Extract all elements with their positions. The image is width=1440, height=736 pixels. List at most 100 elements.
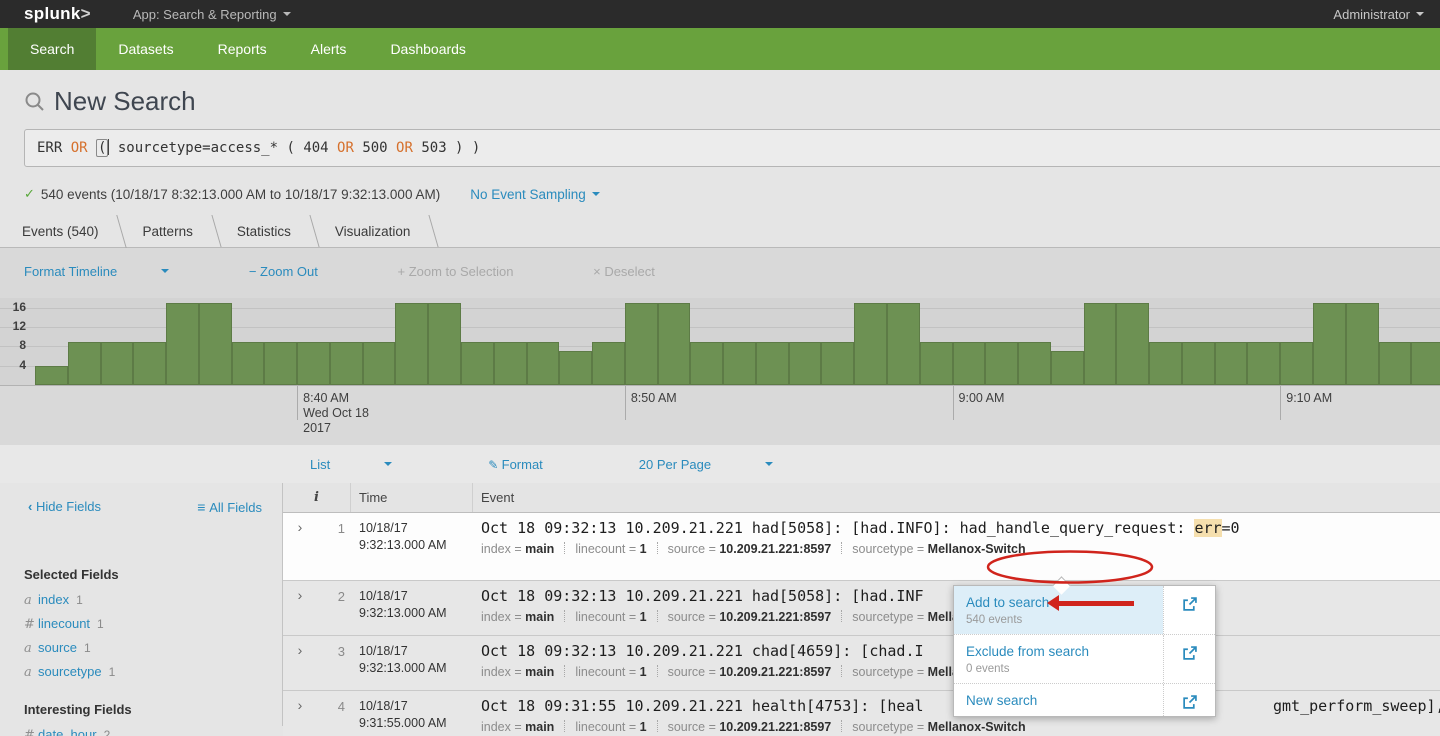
histogram-bar[interactable] — [232, 342, 265, 386]
event-field-sourcetype[interactable]: sourcetype = Mellanox-Switch — [852, 542, 1025, 556]
histogram-bar[interactable] — [297, 342, 330, 386]
histogram-bar[interactable] — [133, 342, 166, 386]
expand-chevron-icon[interactable] — [298, 642, 303, 658]
user-menu[interactable]: Administrator — [1333, 7, 1424, 22]
tab-visualization[interactable]: Visualization — [321, 215, 441, 247]
splunk-logo[interactable]: splunk> — [24, 4, 91, 24]
histogram-bar[interactable] — [1379, 342, 1412, 386]
list-view-menu[interactable]: List — [310, 457, 440, 472]
histogram-bar[interactable] — [887, 303, 920, 385]
histogram-bar[interactable] — [527, 342, 560, 386]
event-field-linecount[interactable]: linecount = 1 — [575, 665, 646, 679]
nav-item-alerts[interactable]: Alerts — [289, 28, 369, 70]
popup-item-exclude-from-search[interactable]: Exclude from search0 events — [954, 634, 1215, 683]
nav-item-dashboards[interactable]: Dashboards — [368, 28, 488, 70]
histogram-bar[interactable] — [953, 342, 986, 386]
event-field-source[interactable]: source = 10.209.21.221:8597 — [668, 665, 832, 679]
hide-fields-button[interactable]: Hide Fields — [28, 499, 101, 515]
histogram-bar[interactable] — [920, 342, 953, 386]
histogram-bar[interactable] — [101, 342, 134, 386]
column-header-time: Time — [351, 483, 473, 512]
histogram-bar[interactable] — [363, 342, 396, 386]
format-timeline-menu[interactable]: Format Timeline — [24, 264, 207, 279]
event-field-source[interactable]: source = 10.209.21.221:8597 — [668, 610, 832, 624]
event-field-linecount[interactable]: linecount = 1 — [575, 542, 646, 556]
column-header-info: i — [283, 483, 351, 512]
nav-item-search[interactable]: Search — [8, 28, 96, 70]
histogram-bar[interactable] — [1247, 342, 1280, 386]
result-summary: 540 events (10/18/17 8:32:13.000 AM to 1… — [41, 187, 440, 202]
event-field-source[interactable]: source = 10.209.21.221:8597 — [668, 720, 832, 734]
event-field-sourcetype[interactable]: sourcetype = Mellanox-Switch — [852, 720, 1025, 734]
event-field-index[interactable]: index = main — [481, 720, 554, 734]
nav-item-reports[interactable]: Reports — [196, 28, 289, 70]
histogram-bar[interactable] — [1346, 303, 1379, 385]
histogram-bar[interactable] — [1018, 342, 1051, 386]
open-in-new-window-icon[interactable] — [1163, 635, 1215, 683]
event-field-index[interactable]: index = main — [481, 665, 554, 679]
nav-item-datasets[interactable]: Datasets — [96, 28, 195, 70]
histogram-bar[interactable] — [264, 342, 297, 386]
event-raw-text[interactable]: Oct 18 09:32:13 10.209.21.221 had[5058]:… — [481, 519, 1440, 537]
histogram-bar[interactable] — [1116, 303, 1149, 385]
histogram-bar[interactable] — [723, 342, 756, 386]
zoom-out-button[interactable]: Zoom Out — [249, 264, 356, 279]
histogram-bar[interactable] — [821, 342, 854, 386]
histogram-bar[interactable] — [625, 303, 658, 385]
field-link[interactable]: sourcetype — [38, 664, 102, 679]
histogram-bar[interactable] — [395, 303, 428, 385]
histogram-bar[interactable] — [1051, 351, 1084, 385]
tab-patterns[interactable]: Patterns — [129, 215, 223, 247]
histogram-bar[interactable] — [428, 303, 461, 385]
search-query-input[interactable]: ERR OR ( sourcetype=access_* ( 404 OR 50… — [24, 129, 1440, 167]
x-axis-tick — [1280, 386, 1281, 420]
field-link[interactable]: linecount — [38, 616, 90, 631]
histogram-bar[interactable] — [789, 342, 822, 386]
histogram-bar[interactable] — [1411, 342, 1440, 386]
histogram-bar[interactable] — [330, 342, 363, 386]
histogram-bar[interactable] — [1149, 342, 1182, 386]
per-page-menu[interactable]: 20 Per Page — [639, 457, 821, 472]
field-link[interactable]: source — [38, 640, 77, 655]
histogram-bar[interactable] — [1313, 303, 1346, 385]
histogram-bar[interactable] — [559, 351, 592, 385]
histogram-bar[interactable] — [68, 342, 101, 386]
popup-item-add-to-search[interactable]: Add to search540 events — [954, 586, 1215, 634]
histogram-bar[interactable] — [985, 342, 1018, 386]
histogram-bar[interactable] — [494, 342, 527, 386]
histogram-bar[interactable] — [690, 342, 723, 386]
histogram-bar[interactable] — [199, 303, 232, 385]
event-field-linecount[interactable]: linecount = 1 — [575, 720, 646, 734]
open-in-new-window-icon[interactable] — [1163, 684, 1215, 716]
expand-chevron-icon[interactable] — [298, 519, 303, 535]
histogram-bar[interactable] — [1215, 342, 1248, 386]
histogram-bar[interactable] — [1280, 342, 1313, 386]
event-field-index[interactable]: index = main — [481, 542, 554, 556]
tab-events-540-[interactable]: Events (540) — [8, 215, 129, 247]
format-menu[interactable]: Format — [488, 457, 591, 472]
histogram-bar[interactable] — [592, 342, 625, 386]
histogram-bar[interactable] — [854, 303, 887, 385]
histogram-bar[interactable] — [756, 342, 789, 386]
all-fields-button[interactable]: All Fields — [197, 499, 262, 515]
popup-item-new-search[interactable]: New search — [954, 683, 1215, 716]
app-menu[interactable]: App: Search & Reporting — [133, 7, 291, 22]
expand-chevron-icon[interactable] — [298, 587, 303, 603]
tab-statistics[interactable]: Statistics — [223, 215, 321, 247]
histogram-bar[interactable] — [35, 366, 68, 385]
histogram-bar[interactable] — [461, 342, 494, 386]
field-link[interactable]: index — [38, 592, 69, 607]
open-in-new-window-icon[interactable] — [1163, 586, 1215, 634]
expand-chevron-icon[interactable] — [298, 697, 303, 713]
event-field-linecount[interactable]: linecount = 1 — [575, 610, 646, 624]
histogram-bar[interactable] — [1182, 342, 1215, 386]
field-type-icon: # — [24, 613, 38, 636]
histogram-bar[interactable] — [166, 303, 199, 385]
event-field-source[interactable]: source = 10.209.21.221:8597 — [668, 542, 832, 556]
histogram-bar[interactable] — [1084, 303, 1117, 385]
event-sampling-menu[interactable]: No Event Sampling — [470, 187, 600, 202]
event-histogram[interactable]: 161284 — [0, 298, 1440, 386]
event-field-index[interactable]: index = main — [481, 610, 554, 624]
histogram-bar[interactable] — [658, 303, 691, 385]
field-link[interactable]: date_hour — [38, 727, 97, 736]
